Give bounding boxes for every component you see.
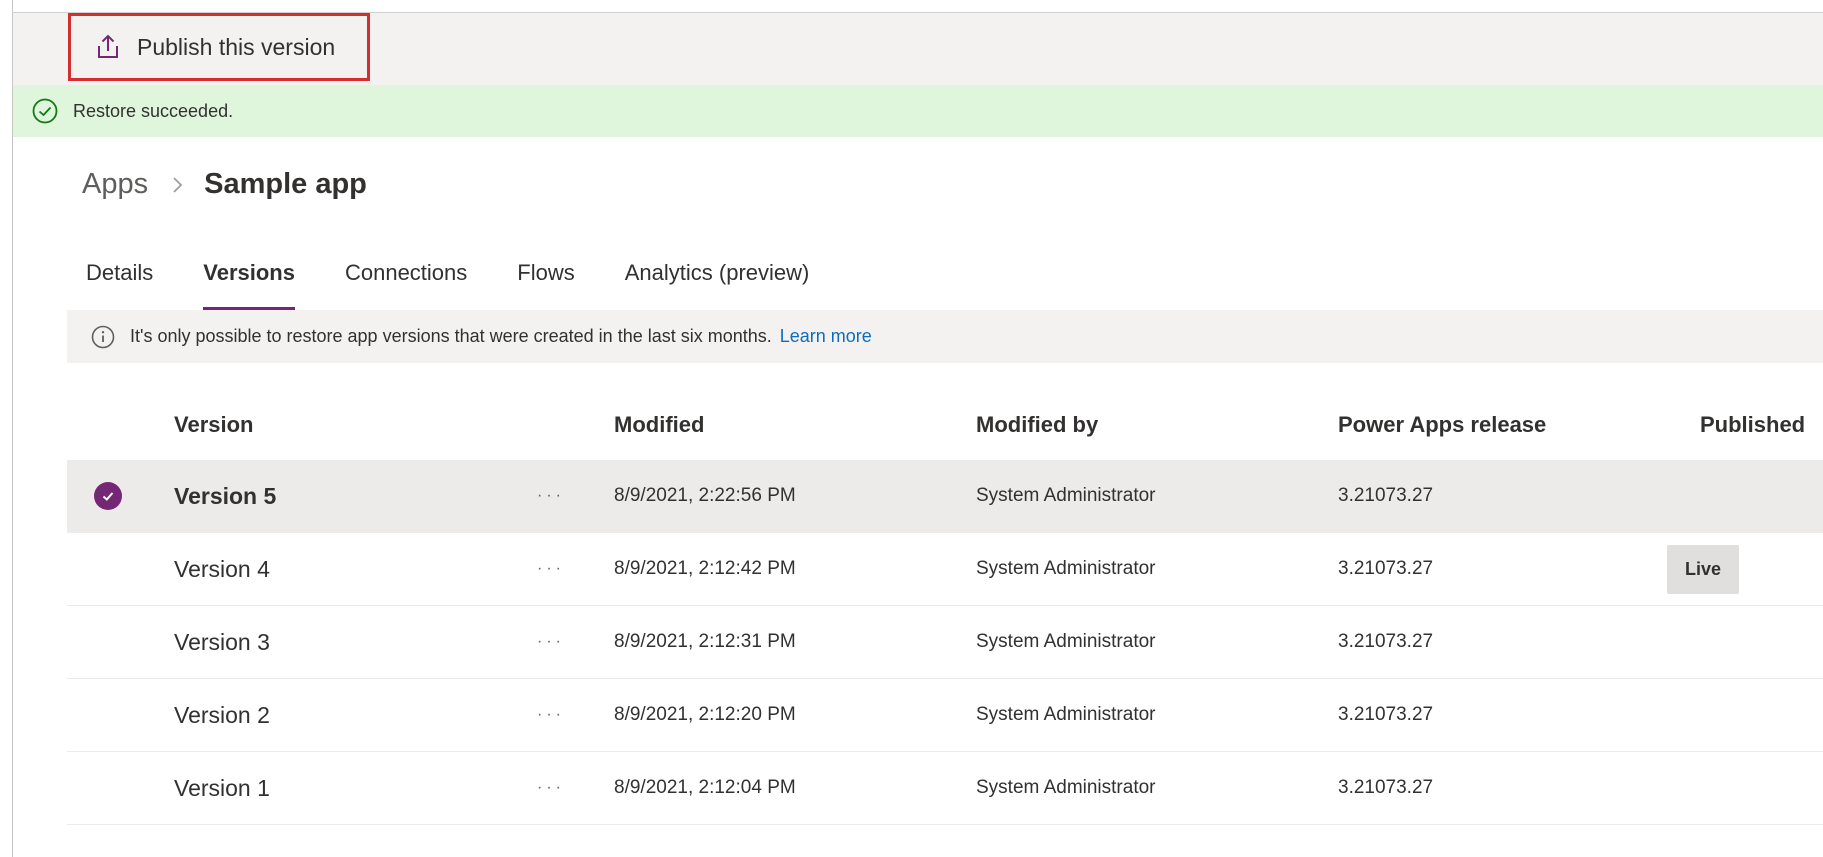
table-header: Version Modified Modified by Power Apps …	[67, 390, 1823, 460]
success-message-bar: Restore succeeded.	[13, 85, 1823, 137]
success-message-text: Restore succeeded.	[73, 100, 234, 121]
tab-analytics[interactable]: Analytics (preview)	[605, 252, 830, 310]
breadcrumb: Apps Sample app	[82, 168, 367, 201]
version-name: Version 3	[174, 628, 270, 655]
column-header-release[interactable]: Power Apps release	[1338, 412, 1546, 438]
more-options-button[interactable]: ···	[537, 460, 565, 532]
release-number: 3.21073.27	[1338, 631, 1434, 652]
modified-by: System Administrator	[976, 704, 1156, 725]
table-row[interactable]: Version 4 ··· 8/9/2021, 2:12:42 PM Syste…	[67, 533, 1823, 606]
table-row[interactable]: Version 2 ··· 8/9/2021, 2:12:20 PM Syste…	[67, 679, 1823, 752]
column-header-version[interactable]: Version	[174, 412, 253, 438]
learn-more-link[interactable]: Learn more	[780, 326, 872, 347]
info-message-text: It's only possible to restore app versio…	[130, 326, 772, 346]
table-row[interactable]: Version 3 ··· 8/9/2021, 2:12:31 PM Syste…	[67, 606, 1823, 679]
version-name: Version 2	[174, 701, 270, 728]
table-row[interactable]: Version 1 ··· 8/9/2021, 2:12:04 PM Syste…	[67, 752, 1823, 825]
publish-version-button[interactable]: Publish this version	[68, 13, 370, 81]
tab-bar: Details Versions Connections Flows Analy…	[66, 252, 829, 310]
table-row[interactable]: Version 5 ··· 8/9/2021, 2:22:56 PM Syste…	[67, 460, 1823, 533]
column-header-modified[interactable]: Modified	[614, 412, 704, 438]
modified-date: 8/9/2021, 2:12:04 PM	[614, 777, 796, 798]
release-number: 3.21073.27	[1338, 704, 1434, 725]
command-bar: Publish this version	[13, 13, 1823, 85]
more-options-button[interactable]: ···	[537, 606, 565, 678]
publish-version-label: Publish this version	[137, 33, 336, 60]
release-number: 3.21073.27	[1338, 558, 1434, 579]
version-name: Version 5	[174, 482, 277, 509]
release-number: 3.21073.27	[1338, 485, 1434, 506]
version-name: Version 4	[174, 555, 270, 582]
published-cell: Live	[1667, 533, 1740, 605]
chevron-right-icon	[166, 174, 188, 196]
more-options-button[interactable]: ···	[537, 533, 565, 605]
tab-versions[interactable]: Versions	[183, 252, 315, 310]
info-message-bar: It's only possible to restore app versio…	[67, 310, 1823, 363]
live-status-badge: Live	[1667, 544, 1740, 594]
tab-connections[interactable]: Connections	[325, 252, 487, 310]
selected-check-icon	[94, 482, 122, 510]
version-name: Version 1	[174, 774, 270, 801]
tab-details[interactable]: Details	[66, 252, 173, 310]
app-frame: Publish this version Restore succeeded. …	[0, 0, 1823, 857]
upload-icon	[93, 32, 123, 62]
more-options-button[interactable]: ···	[537, 679, 565, 751]
breadcrumb-apps-link[interactable]: Apps	[82, 168, 148, 201]
modified-date: 8/9/2021, 2:12:31 PM	[614, 631, 796, 652]
column-header-published[interactable]: Published	[1700, 412, 1805, 438]
release-number: 3.21073.27	[1338, 777, 1434, 798]
info-icon	[90, 324, 116, 350]
more-options-button[interactable]: ···	[537, 752, 565, 824]
modified-date: 8/9/2021, 2:22:56 PM	[614, 485, 796, 506]
modified-by: System Administrator	[976, 631, 1156, 652]
modified-date: 8/9/2021, 2:12:42 PM	[614, 558, 796, 579]
versions-table: Version Modified Modified by Power Apps …	[67, 390, 1823, 825]
page-title: Sample app	[204, 168, 367, 200]
modified-by: System Administrator	[976, 777, 1156, 798]
modified-by: System Administrator	[976, 558, 1156, 579]
tab-flows[interactable]: Flows	[497, 252, 594, 310]
modified-by: System Administrator	[976, 485, 1156, 506]
row-check-cell[interactable]	[94, 460, 122, 532]
modified-date: 8/9/2021, 2:12:20 PM	[614, 704, 796, 725]
column-header-modified-by[interactable]: Modified by	[976, 412, 1098, 438]
check-circle-icon	[31, 97, 59, 125]
